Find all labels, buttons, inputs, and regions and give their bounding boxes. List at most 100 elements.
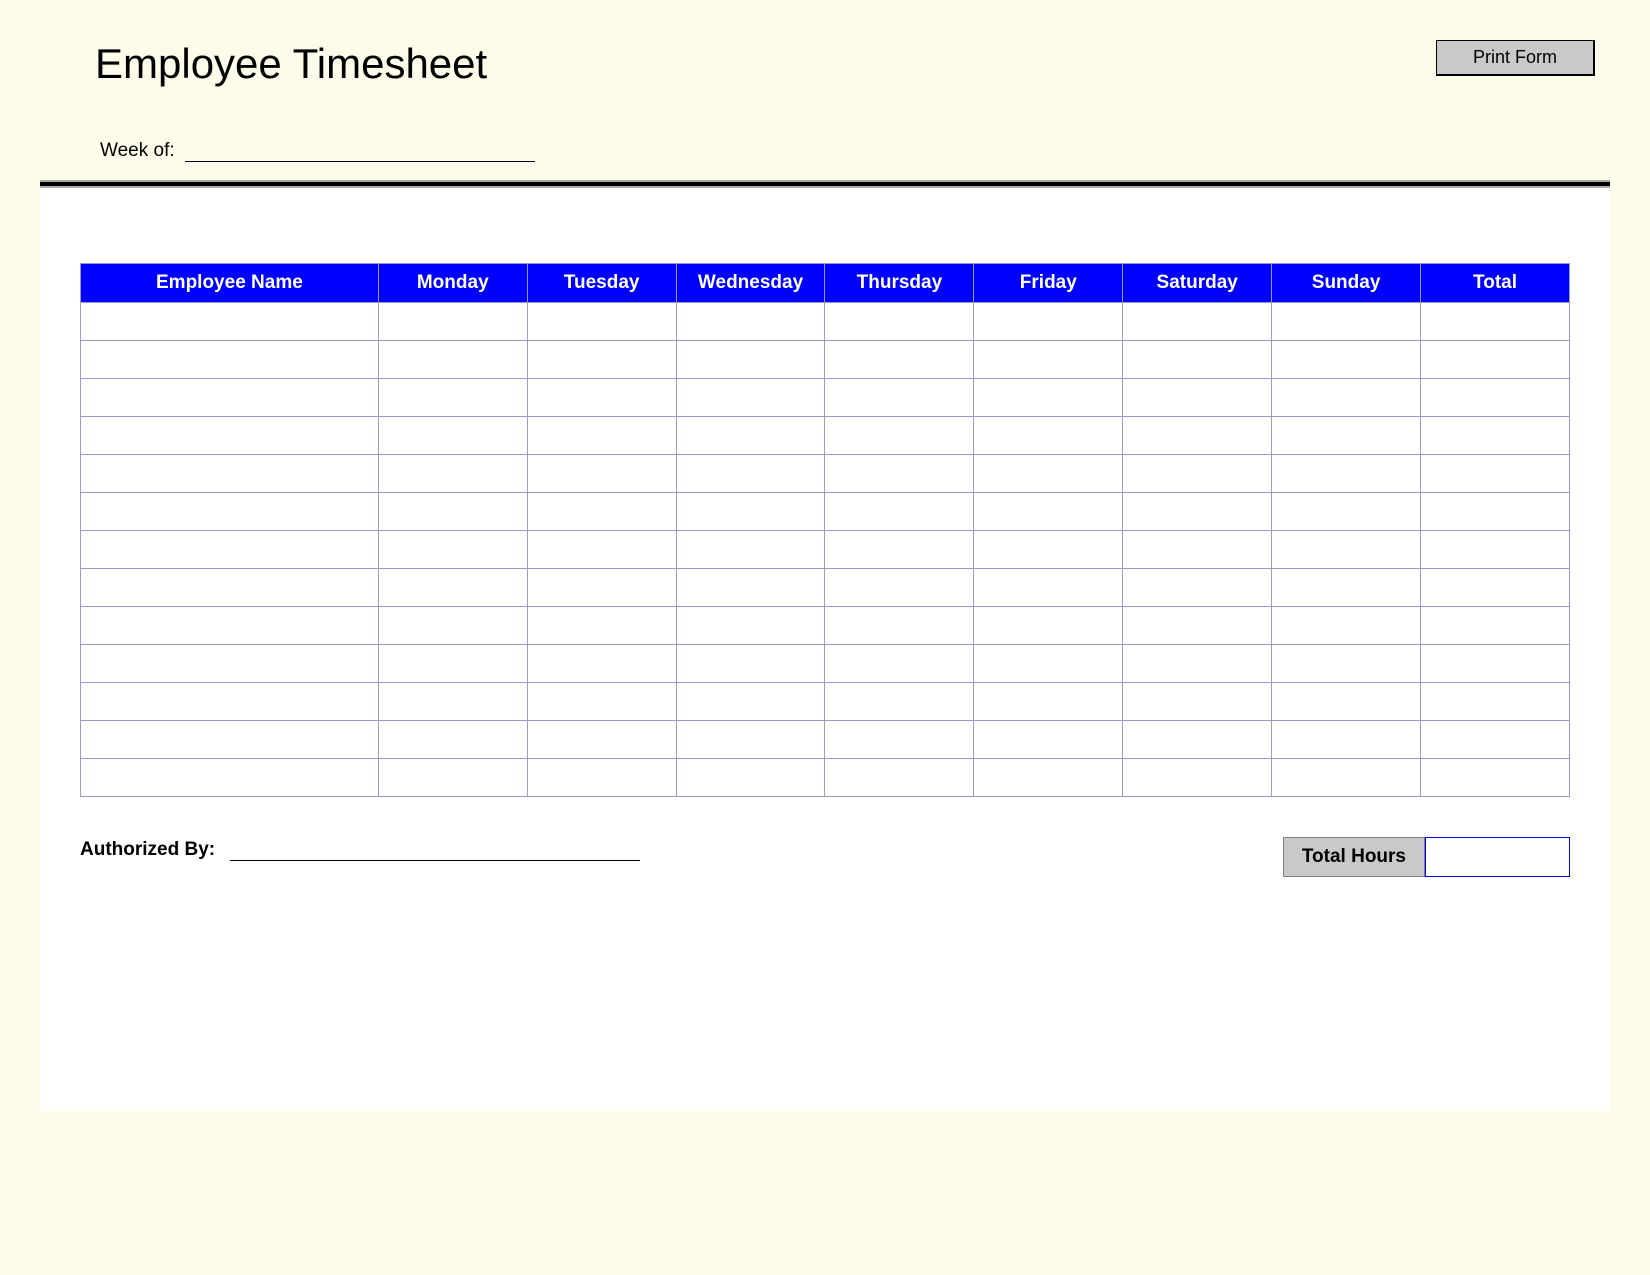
cell-input[interactable] (528, 417, 676, 454)
cell-input[interactable] (1421, 721, 1569, 758)
cell-input[interactable] (1123, 531, 1271, 568)
cell-input[interactable] (677, 455, 825, 492)
cell-input[interactable] (528, 493, 676, 530)
cell-input[interactable] (1421, 683, 1569, 720)
cell-input[interactable] (528, 569, 676, 606)
cell-input[interactable] (825, 417, 973, 454)
cell-input[interactable] (1123, 493, 1271, 530)
cell-input[interactable] (1421, 341, 1569, 378)
cell-input[interactable] (974, 417, 1122, 454)
cell-input[interactable] (825, 531, 973, 568)
cell-input[interactable] (1421, 303, 1569, 340)
cell-input[interactable] (379, 607, 527, 644)
cell-input[interactable] (825, 341, 973, 378)
cell-input[interactable] (528, 645, 676, 682)
cell-input[interactable] (974, 341, 1122, 378)
cell-input[interactable] (974, 455, 1122, 492)
cell-input[interactable] (1421, 645, 1569, 682)
cell-input[interactable] (1123, 645, 1271, 682)
cell-input[interactable] (81, 303, 378, 340)
cell-input[interactable] (974, 379, 1122, 416)
cell-input[interactable] (528, 721, 676, 758)
cell-input[interactable] (1272, 303, 1420, 340)
cell-input[interactable] (379, 417, 527, 454)
cell-input[interactable] (81, 569, 378, 606)
cell-input[interactable] (81, 721, 378, 758)
cell-input[interactable] (379, 341, 527, 378)
cell-input[interactable] (528, 341, 676, 378)
cell-input[interactable] (1123, 417, 1271, 454)
cell-input[interactable] (528, 531, 676, 568)
cell-input[interactable] (825, 759, 973, 796)
cell-input[interactable] (81, 379, 378, 416)
print-form-button[interactable]: Print Form (1436, 40, 1595, 76)
cell-input[interactable] (825, 683, 973, 720)
cell-input[interactable] (81, 417, 378, 454)
cell-input[interactable] (379, 683, 527, 720)
cell-input[interactable] (81, 645, 378, 682)
cell-input[interactable] (1272, 531, 1420, 568)
cell-input[interactable] (1272, 759, 1420, 796)
cell-input[interactable] (81, 683, 378, 720)
cell-input[interactable] (677, 303, 825, 340)
cell-input[interactable] (677, 417, 825, 454)
cell-input[interactable] (974, 683, 1122, 720)
cell-input[interactable] (1123, 303, 1271, 340)
cell-input[interactable] (677, 607, 825, 644)
cell-input[interactable] (1123, 721, 1271, 758)
cell-input[interactable] (81, 607, 378, 644)
cell-input[interactable] (1272, 379, 1420, 416)
cell-input[interactable] (528, 455, 676, 492)
cell-input[interactable] (825, 455, 973, 492)
cell-input[interactable] (81, 341, 378, 378)
cell-input[interactable] (81, 493, 378, 530)
cell-input[interactable] (1123, 455, 1271, 492)
cell-input[interactable] (677, 683, 825, 720)
cell-input[interactable] (974, 531, 1122, 568)
cell-input[interactable] (1421, 607, 1569, 644)
cell-input[interactable] (677, 759, 825, 796)
total-hours-input[interactable] (1426, 838, 1569, 876)
cell-input[interactable] (81, 531, 378, 568)
cell-input[interactable] (825, 379, 973, 416)
cell-input[interactable] (1272, 493, 1420, 530)
cell-input[interactable] (379, 569, 527, 606)
cell-input[interactable] (677, 645, 825, 682)
cell-input[interactable] (974, 645, 1122, 682)
cell-input[interactable] (1272, 455, 1420, 492)
cell-input[interactable] (379, 303, 527, 340)
cell-input[interactable] (825, 645, 973, 682)
cell-input[interactable] (379, 645, 527, 682)
cell-input[interactable] (974, 759, 1122, 796)
cell-input[interactable] (528, 303, 676, 340)
cell-input[interactable] (1123, 607, 1271, 644)
week-of-input[interactable] (185, 138, 535, 162)
cell-input[interactable] (825, 569, 973, 606)
cell-input[interactable] (677, 379, 825, 416)
cell-input[interactable] (974, 303, 1122, 340)
cell-input[interactable] (379, 455, 527, 492)
cell-input[interactable] (379, 531, 527, 568)
cell-input[interactable] (1421, 759, 1569, 796)
cell-input[interactable] (974, 569, 1122, 606)
cell-input[interactable] (1272, 607, 1420, 644)
cell-input[interactable] (1272, 341, 1420, 378)
cell-input[interactable] (1123, 379, 1271, 416)
cell-input[interactable] (379, 379, 527, 416)
cell-input[interactable] (825, 303, 973, 340)
cell-input[interactable] (1421, 455, 1569, 492)
cell-input[interactable] (379, 759, 527, 796)
cell-input[interactable] (1421, 379, 1569, 416)
cell-input[interactable] (379, 493, 527, 530)
cell-input[interactable] (1421, 493, 1569, 530)
cell-input[interactable] (1272, 683, 1420, 720)
cell-input[interactable] (528, 759, 676, 796)
cell-input[interactable] (677, 721, 825, 758)
cell-input[interactable] (528, 379, 676, 416)
cell-input[interactable] (1123, 341, 1271, 378)
cell-input[interactable] (825, 721, 973, 758)
cell-input[interactable] (81, 455, 378, 492)
cell-input[interactable] (825, 607, 973, 644)
cell-input[interactable] (1123, 683, 1271, 720)
cell-input[interactable] (825, 493, 973, 530)
